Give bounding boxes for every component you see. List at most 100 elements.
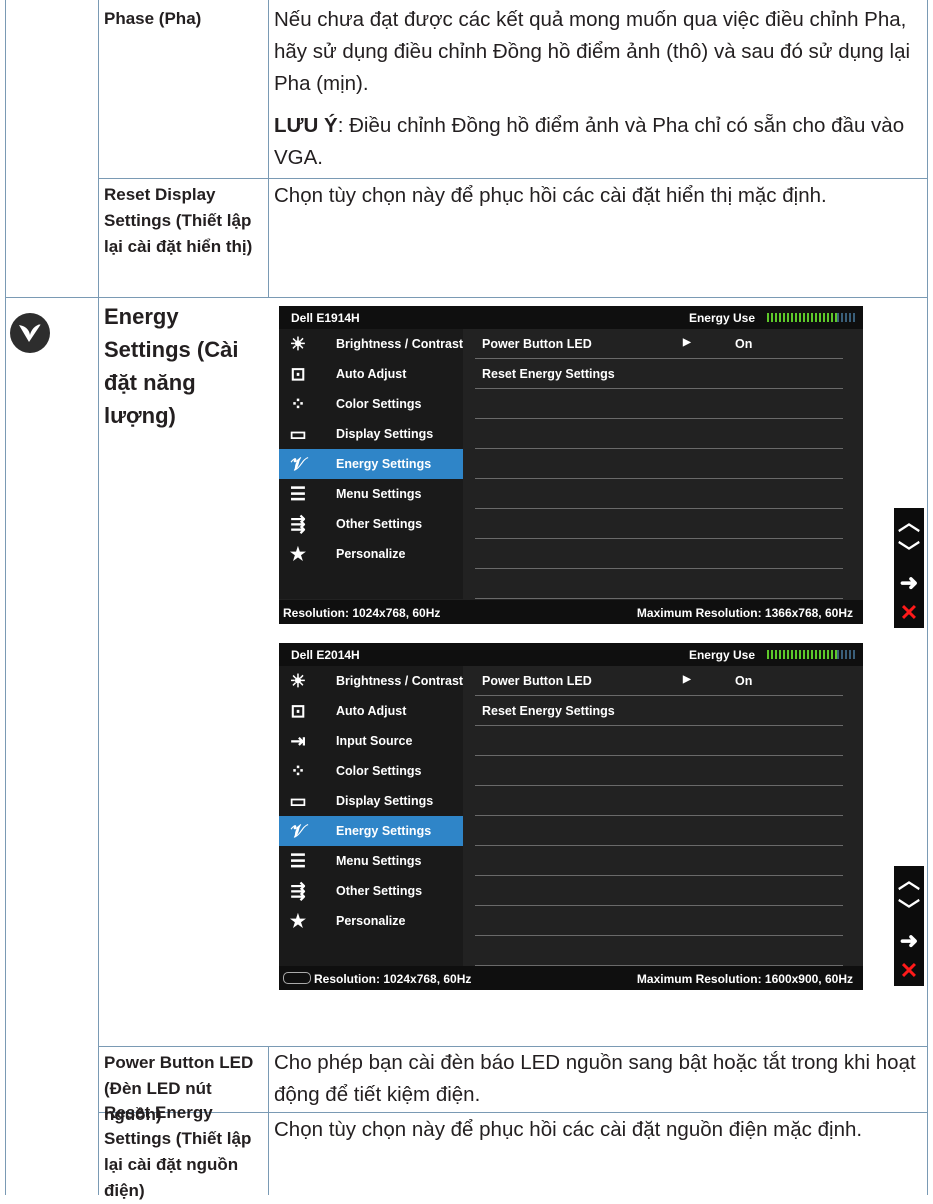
osd-row-reset-energy[interactable]: Reset Energy Settings [475,696,843,726]
osd-row-empty [475,539,843,569]
up-arrow-icon[interactable]: ︿ [894,508,924,538]
osd-menu-item-other[interactable]: ⇶ Other Settings [279,876,463,906]
osd-footer: Resolution: 1024x768, 60Hz Maximum Resol… [279,600,863,624]
phase-note: LƯU Ý: Điều chỉnh Đồng hồ điểm ảnh và Ph… [274,110,924,174]
osd-menu-item-menu[interactable]: ☰ Menu Settings [279,479,463,509]
energy-settings-label: Energy Settings (Cài đặt năng lượng) [104,304,239,428]
osd-buttons: ︿ ﹀ ➜ ✕ [894,866,924,986]
energy-use-meter [767,313,855,322]
down-arrow-icon[interactable]: ﹀ [894,538,924,568]
osd-row-empty [475,816,843,846]
osd-menu-item-auto-adjust[interactable]: ⊡ Auto Adjust [279,359,463,389]
osd-menu-item-auto-adjust[interactable]: ⊡ Auto Adjust [279,696,463,726]
table-border-col2 [268,1046,269,1195]
color-settings-icon: ⁘ [290,761,306,781]
enter-arrow-icon[interactable]: ➜ [894,926,924,956]
osd-screen-e1914h: Dell E1914H Energy Use ☀ Brightness / Con… [279,306,863,624]
osd-row-empty [475,509,843,539]
reset-energy-label: Reset Energy Settings (Thiết lập lại cài… [104,1103,252,1200]
star-icon: ★ [289,911,307,931]
brightness-icon: ☀ [289,334,307,354]
reset-display-description: Chọn tùy chọn này để phục hồi các cài đặ… [274,184,827,207]
osd-menu-item-energy[interactable]: 𝒱 Energy Settings [279,449,463,479]
osd-menu-item-brightness[interactable]: ☀ Brightness / Contrast [279,666,463,696]
osd-row-reset-energy[interactable]: Reset Energy Settings [475,359,843,389]
osd-row-empty [475,726,843,756]
enter-arrow-icon[interactable]: ➜ [894,568,924,598]
osd-submenu: Power Button LED ▶ On Reset Energy Setting… [475,666,843,966]
vga-icon [283,972,311,984]
current-resolution: Resolution: 1024x768, 60Hz [283,972,471,986]
phase-description: Nếu chưa đạt được các kết quả mong muốn … [274,4,924,184]
osd-row-power-led[interactable]: Power Button LED ▶ On [475,666,843,696]
osd-row-empty [475,449,843,479]
play-arrow-icon: ▶ [683,337,691,348]
osd-menu-item-color[interactable]: ⁘ Color Settings [279,389,463,419]
down-arrow-icon[interactable]: ﹀ [894,896,924,926]
up-arrow-icon[interactable]: ︿ [894,866,924,896]
table-border-left [5,0,6,1195]
reset-energy-description: Chọn tùy chọn này để phục hồi các cài đặ… [274,1118,863,1141]
osd-menu: ☀ Brightness / Contrast ⊡ Auto Adjust ⇥ Inp… [279,666,463,966]
phase-desc-text: Nếu chưa đạt được các kết quả mong muốn … [274,8,911,95]
osd-row-empty [475,846,843,876]
auto-adjust-icon: ⊡ [290,364,306,384]
energy-leaf-icon [10,313,50,353]
osd-screen-e2014h: Dell E2014H Energy Use ☀ Brightness / Con… [279,643,863,990]
menu-settings-icon: ☰ [289,851,307,871]
menu-settings-icon: ☰ [289,484,307,504]
osd-row-empty [475,936,843,966]
table-border-col2 [268,0,269,297]
osd-menu-item-personalize[interactable]: ★ Personalize [279,539,463,569]
osd-header: Dell E1914H Energy Use [279,306,863,329]
power-button-led-description: Cho phép bạn cài đèn báo LED nguồn sang … [274,1051,916,1106]
osd-menu-item-energy[interactable]: 𝒱 Energy Settings [279,816,463,846]
power-led-value: On [735,337,753,351]
osd-menu-item-color[interactable]: ⁘ Color Settings [279,756,463,786]
display-settings-icon: ▭ [289,791,307,811]
energy-use-label: Energy Use [688,311,755,325]
osd-model-name: Dell E1914H [291,311,360,325]
display-settings-icon: ▭ [289,424,307,444]
other-settings-icon: ⇶ [290,881,306,901]
osd-row-empty [475,419,843,449]
osd-row-empty [475,786,843,816]
osd-menu-item-display[interactable]: ▭ Display Settings [279,419,463,449]
input-source-icon: ⇥ [290,731,306,751]
energy-icon: 𝒱 [290,821,306,841]
osd-submenu: Power Button LED ▶ On Reset Energy Setting… [475,329,843,599]
osd-header: Dell E2014H Energy Use [279,643,863,666]
osd-menu-item-input-source[interactable]: ⇥ Input Source [279,726,463,756]
note-label: LƯU Ý [274,114,338,137]
osd-menu: ☀ Brightness / Contrast ⊡ Auto Adjust ⁘ Col… [279,329,463,599]
exit-x-icon[interactable]: ✕ [894,956,924,986]
exit-x-icon[interactable]: ✕ [894,598,924,628]
osd-row-empty [475,569,843,599]
energy-use-label: Energy Use [688,648,755,662]
max-resolution: Maximum Resolution: 1366x768, 60Hz [636,606,853,620]
reset-display-label: Reset Display Settings (Thiết lập lại cà… [104,185,253,256]
osd-menu-item-other[interactable]: ⇶ Other Settings [279,509,463,539]
color-settings-icon: ⁘ [290,394,306,414]
energy-use-meter [767,650,855,659]
auto-adjust-icon: ⊡ [290,701,306,721]
max-resolution: Maximum Resolution: 1600x900, 60Hz [636,972,853,986]
star-icon: ★ [289,544,307,564]
power-led-value: On [735,674,753,688]
osd-menu-item-menu[interactable]: ☰ Menu Settings [279,846,463,876]
energy-icon: 𝒱 [290,454,306,474]
note-text: : Điều chỉnh Đồng hồ điểm ảnh và Pha chỉ… [274,114,905,169]
osd-menu-item-display[interactable]: ▭ Display Settings [279,786,463,816]
osd-model-name: Dell E2014H [291,648,360,662]
osd-menu-item-personalize[interactable]: ★ Personalize [279,906,463,936]
osd-buttons: ︿ ﹀ ➜ ✕ [894,508,924,628]
osd-menu-item-brightness[interactable]: ☀ Brightness / Contrast [279,329,463,359]
row-separator [5,297,928,298]
osd-row-empty [475,906,843,936]
other-settings-icon: ⇶ [290,514,306,534]
osd-row-empty [475,756,843,786]
osd-row-power-led[interactable]: Power Button LED ▶ On [475,329,843,359]
osd-row-empty [475,389,843,419]
current-resolution: Resolution: 1024x768, 60Hz [283,606,441,620]
phase-label: Phase (Pha) [104,9,202,28]
